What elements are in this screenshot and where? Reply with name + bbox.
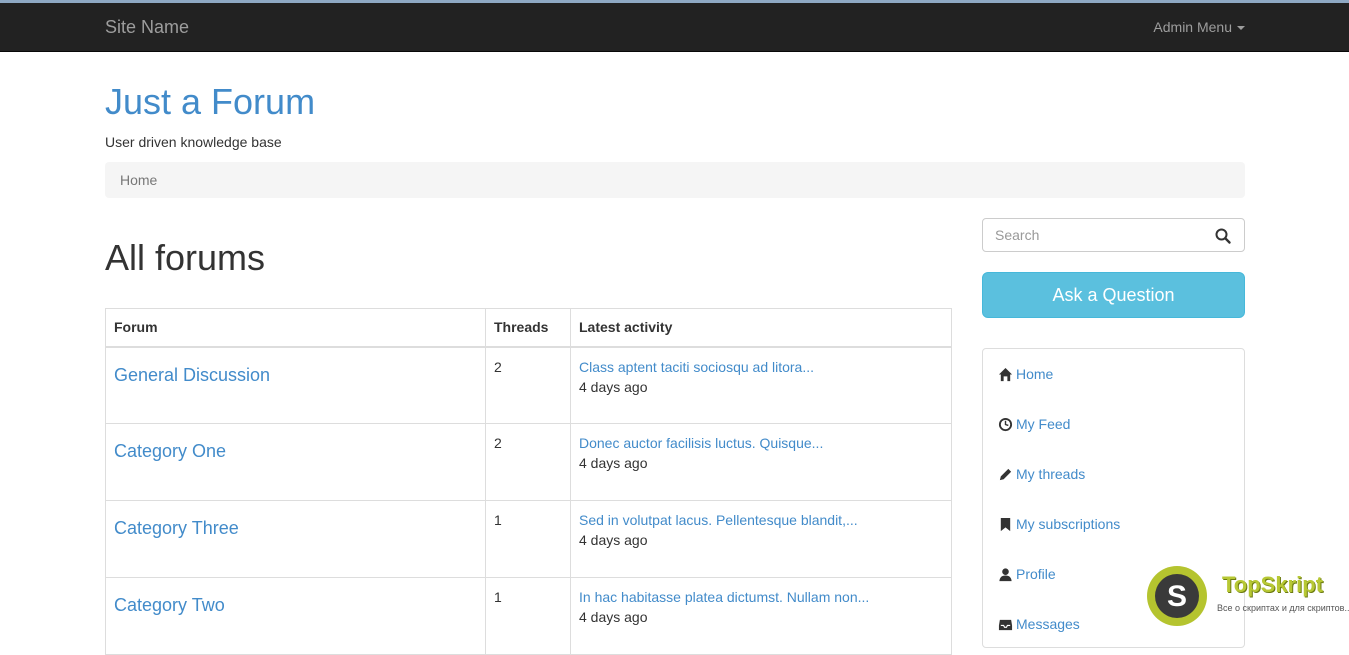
sidebar-item-label: My subscriptions (1016, 516, 1121, 532)
sidebar-item-my-feed[interactable]: My Feed (998, 414, 1070, 434)
sidebar-item-my-subscriptions[interactable]: My subscriptions (998, 514, 1120, 534)
pencil-icon (999, 468, 1012, 480)
forums-table: Forum Threads Latest activity General Di… (105, 308, 952, 655)
latest-activity-cell: Sed in volutpat lacus. Pellentesque blan… (570, 500, 952, 578)
table-row: General Discussion 2 Class aptent taciti… (105, 346, 952, 424)
page-title: All forums (105, 237, 266, 278)
watermark-tagline: Все о скриптах и для скриптов... (1217, 603, 1349, 613)
admin-menu-label: Admin Menu (1153, 19, 1232, 35)
breadcrumb-item-home[interactable]: Home (120, 172, 157, 188)
watermark-title: TopSkript (1222, 572, 1324, 597)
top-navbar: Site Name Admin Menu (0, 3, 1349, 52)
threads-count: 2 (485, 423, 571, 501)
sidebar-item-label: Home (1016, 366, 1054, 382)
latest-thread-link[interactable]: Sed in volutpat lacus. Pellentesque blan… (579, 510, 879, 530)
breadcrumb: Home (105, 162, 1245, 198)
column-header-forum: Forum (105, 308, 486, 348)
sidebar-item-label: Messages (1016, 616, 1080, 632)
table-row: Category Two 1 In hac habitasse platea d… (105, 577, 952, 655)
sidebar-item-label: My threads (1016, 466, 1086, 482)
forum-link[interactable]: Category One (114, 441, 226, 461)
threads-count: 1 (485, 500, 571, 578)
latest-activity-time: 4 days ago (579, 532, 648, 548)
topskript-logo: S (1147, 566, 1207, 626)
table-row: Category One 2 Donec auctor facilisis lu… (105, 423, 952, 501)
latest-activity-cell: Donec auctor facilisis luctus. Quisque..… (570, 423, 952, 501)
latest-thread-link[interactable]: In hac habitasse platea dictumst. Nullam… (579, 587, 879, 607)
search-input[interactable] (983, 219, 1203, 251)
site-tagline: User driven knowledge base (105, 134, 282, 150)
forum-link[interactable]: Category Three (114, 518, 239, 538)
threads-count: 2 (485, 346, 571, 424)
table-row: Category Three 1 Sed in volutpat lacus. … (105, 500, 952, 578)
home-icon (998, 367, 1013, 381)
sidebar-item-label: My Feed (1016, 416, 1071, 432)
caret-down-icon (1237, 26, 1245, 31)
inbox-icon (998, 619, 1013, 630)
latest-activity-cell: Class aptent taciti sociosqu ad litora..… (570, 346, 952, 424)
column-header-latest-activity: Latest activity (570, 308, 952, 348)
site-brand-link[interactable]: Site Name (105, 17, 189, 37)
forum-cell: Category One (105, 423, 486, 501)
user-icon (999, 567, 1012, 581)
logo-letter: S (1167, 580, 1187, 613)
latest-thread-link[interactable]: Class aptent taciti sociosqu ad litora..… (579, 357, 879, 377)
forum-cell: Category Two (105, 577, 486, 655)
column-header-threads: Threads (485, 308, 571, 348)
ask-question-button[interactable]: Ask a Question (982, 272, 1245, 318)
threads-count: 1 (485, 577, 571, 655)
admin-menu-dropdown[interactable]: Admin Menu (1153, 19, 1245, 35)
sidebar-item-my-threads[interactable]: My threads (998, 464, 1085, 484)
site-title-link[interactable]: Just a Forum (105, 80, 315, 124)
clock-icon (998, 417, 1013, 431)
sidebar-item-label: Profile (1016, 566, 1056, 582)
latest-activity-cell: In hac habitasse platea dictumst. Nullam… (570, 577, 952, 655)
forum-cell: General Discussion (105, 346, 486, 424)
sidebar-item-home[interactable]: Home (998, 364, 1053, 384)
latest-thread-link[interactable]: Donec auctor facilisis luctus. Quisque..… (579, 433, 879, 453)
bookmark-icon (1000, 517, 1011, 531)
sidebar-item-messages[interactable]: Messages (998, 614, 1080, 634)
latest-activity-time: 4 days ago (579, 455, 648, 471)
latest-activity-time: 4 days ago (579, 609, 648, 625)
sidebar-item-profile[interactable]: Profile (998, 564, 1056, 584)
search-box (982, 218, 1245, 252)
forum-link[interactable]: General Discussion (114, 365, 270, 385)
forum-link[interactable]: Category Two (114, 595, 225, 615)
search-icon[interactable] (1214, 227, 1232, 245)
latest-activity-time: 4 days ago (579, 378, 648, 395)
table-header-row: Forum Threads Latest activity (105, 308, 952, 348)
forum-cell: Category Three (105, 500, 486, 578)
